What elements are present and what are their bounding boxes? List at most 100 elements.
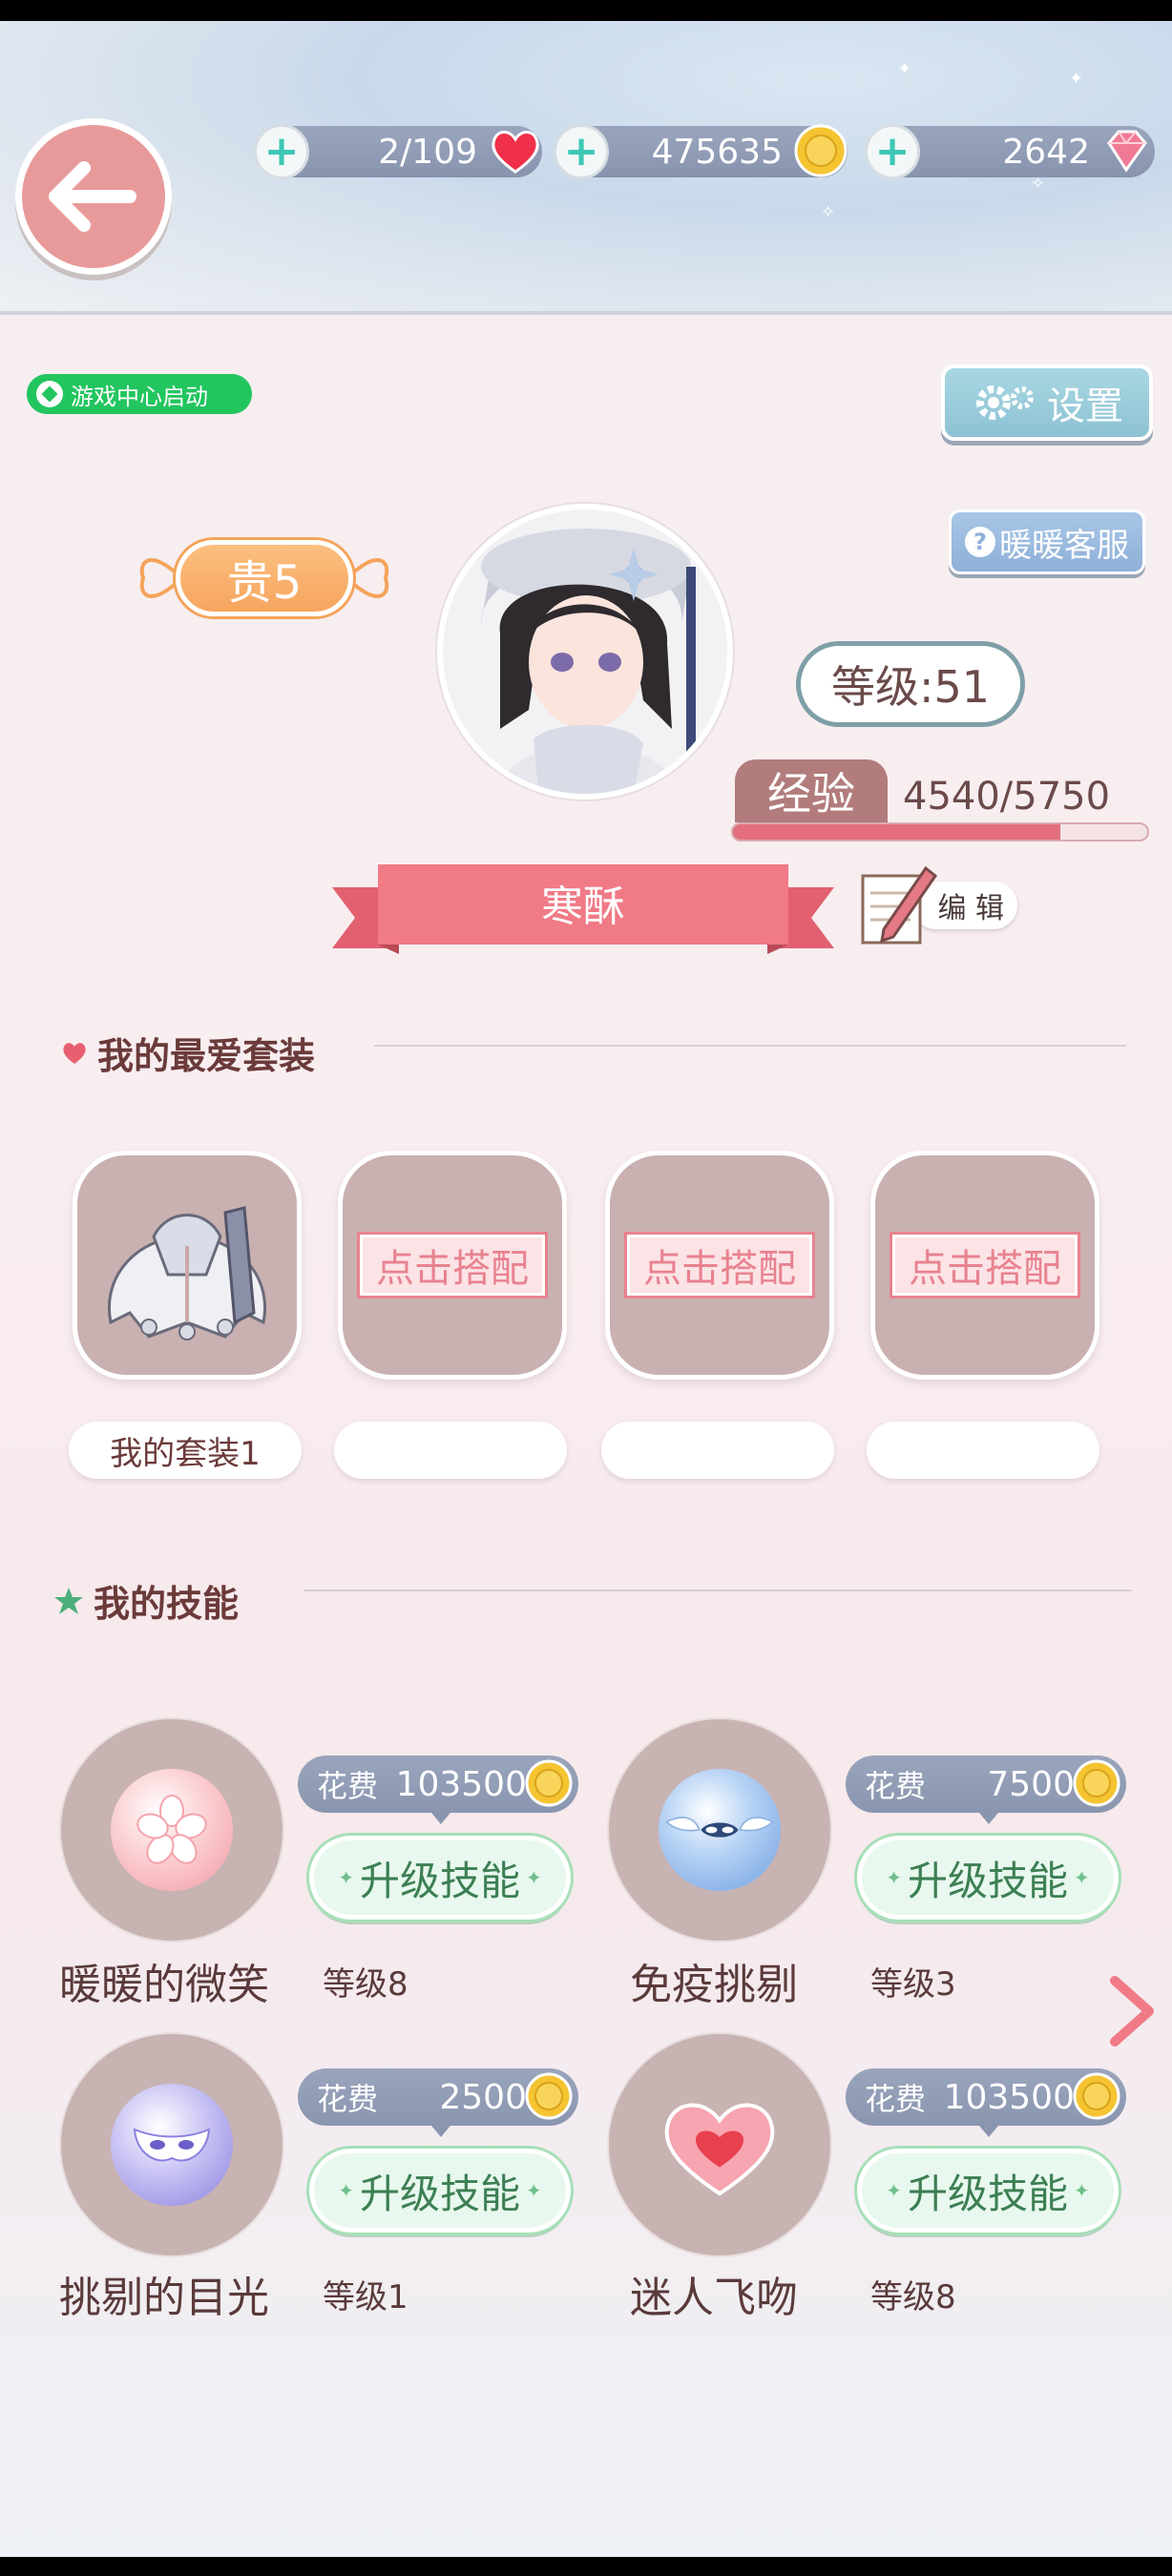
cost-label: 花费 bbox=[317, 1768, 379, 1804]
skill-cost-1: 花费 103500 bbox=[298, 1755, 578, 1824]
add-stamina-button[interactable]: + bbox=[254, 124, 309, 179]
heart-shape bbox=[664, 2103, 775, 2196]
outfit-thumbnail bbox=[108, 1206, 266, 1340]
heart-icon bbox=[63, 1042, 86, 1064]
customer-service-button[interactable]: ? 暖暖客服 bbox=[949, 509, 1145, 574]
settings-button[interactable]: 设置 bbox=[941, 364, 1153, 441]
outfit-slot-3-label: 点击搭配 bbox=[624, 1232, 815, 1298]
skill-level-2: 等级3 bbox=[870, 1965, 956, 2004]
skill-cost-4: 花费 103500 bbox=[846, 2068, 1126, 2137]
skill-cost-3: 花费 2500 bbox=[298, 2068, 578, 2137]
dot-icon: ✦ bbox=[1074, 1866, 1090, 1889]
cost-value: 2500 bbox=[439, 2077, 527, 2117]
edit-name-button[interactable]: 编 辑 bbox=[855, 855, 1023, 950]
skill-name-1: 暖暖的微笑 bbox=[59, 1961, 269, 2009]
outfit-name-1[interactable]: 我的套装1 bbox=[69, 1422, 302, 1479]
skill-name-2: 免疫挑剔 bbox=[630, 1961, 798, 2009]
back-arrow-icon bbox=[49, 161, 136, 232]
star-icon bbox=[54, 1587, 83, 1614]
section-divider bbox=[303, 1589, 1132, 1591]
kiss-heart-icon bbox=[659, 2084, 781, 2206]
upgrade-skill-button-1[interactable]: ✦ 升级技能 ✦ bbox=[309, 1836, 571, 1920]
outfit-name-3[interactable] bbox=[601, 1422, 834, 1479]
dot-icon: ✦ bbox=[886, 1866, 902, 1889]
back-button[interactable] bbox=[15, 118, 172, 275]
outfit-slot-3[interactable]: 点击搭配 bbox=[605, 1151, 834, 1380]
dot-icon: ✦ bbox=[886, 2179, 902, 2202]
outfit-slot-4-label: 点击搭配 bbox=[889, 1232, 1080, 1298]
cost-label: 花费 bbox=[865, 2081, 927, 2117]
skill-icon-2[interactable] bbox=[607, 1717, 832, 1942]
customer-service-label: 暖暖客服 bbox=[999, 526, 1129, 565]
vip-level-label: 贵5 bbox=[176, 540, 353, 616]
diamond-icon bbox=[1107, 130, 1147, 173]
coin-icon bbox=[1073, 1759, 1120, 1807]
dot-icon: ✦ bbox=[526, 2179, 542, 2202]
section-divider bbox=[374, 1045, 1126, 1047]
game-center-icon bbox=[36, 381, 63, 407]
cost-value: 7500 bbox=[987, 1764, 1075, 1804]
outfit-slot-2[interactable]: 点击搭配 bbox=[338, 1151, 567, 1380]
exp-label: 经验 bbox=[735, 759, 888, 822]
cost-label: 花费 bbox=[317, 2081, 379, 2117]
skill-icon-1[interactable] bbox=[59, 1717, 284, 1942]
sakura-icon bbox=[111, 1769, 233, 1891]
cost-value: 103500 bbox=[395, 1764, 527, 1804]
skill-level-1: 等级8 bbox=[323, 1965, 408, 2004]
favorite-outfits-label: 我的最爱套装 bbox=[97, 1035, 316, 1077]
skill-level-3: 等级1 bbox=[323, 2278, 408, 2316]
coins-value: 475635 bbox=[651, 132, 783, 172]
skill-name-4: 迷人飞吻 bbox=[630, 2274, 798, 2322]
diamonds-value: 2642 bbox=[1002, 132, 1090, 172]
cost-label: 花费 bbox=[865, 1768, 927, 1804]
player-level: 等级:51 bbox=[796, 641, 1025, 727]
wings-mask-shape bbox=[665, 1817, 774, 1838]
coin-icon bbox=[794, 124, 848, 177]
outfit-name-2[interactable] bbox=[334, 1422, 567, 1479]
stamina-value: 2/109 bbox=[378, 132, 477, 172]
avatar[interactable] bbox=[437, 504, 733, 800]
coin-icon bbox=[525, 1759, 573, 1807]
sakura-petals bbox=[136, 1795, 207, 1864]
skill-name-3: 挑剔的目光 bbox=[59, 2274, 269, 2322]
game-center-badge[interactable]: 游戏中心启动 bbox=[27, 374, 252, 414]
skill-icon-3[interactable] bbox=[59, 2032, 284, 2257]
dot-icon: ✦ bbox=[526, 1866, 542, 1889]
upgrade-skill-button-3[interactable]: ✦ 升级技能 ✦ bbox=[309, 2149, 571, 2233]
upgrade-label: 升级技能 bbox=[359, 1857, 520, 1904]
skill-icon-4[interactable] bbox=[607, 2032, 832, 2257]
dot-icon: ✦ bbox=[1074, 2179, 1090, 2202]
exp-value: 4540/5750 bbox=[903, 775, 1111, 819]
question-icon: ? bbox=[965, 527, 995, 557]
chevron-right-icon[interactable] bbox=[1105, 1973, 1159, 2049]
upgrade-label: 升级技能 bbox=[907, 2170, 1068, 2217]
winged-mask-icon bbox=[659, 1769, 781, 1891]
upgrade-skill-button-2[interactable]: ✦ 升级技能 ✦ bbox=[857, 1836, 1119, 1920]
heart-icon bbox=[492, 131, 539, 174]
dot-icon: ✦ bbox=[338, 1866, 354, 1889]
skills-label: 我的技能 bbox=[94, 1583, 240, 1625]
navigation-bar bbox=[0, 2557, 1172, 2576]
exp-progress-fill bbox=[733, 824, 1060, 840]
character-portrait bbox=[443, 509, 727, 794]
settings-label: 设置 bbox=[1047, 384, 1123, 428]
add-coins-button[interactable]: + bbox=[554, 124, 609, 179]
outfit-name-4[interactable] bbox=[867, 1422, 1099, 1479]
coin-icon bbox=[525, 2072, 573, 2120]
vip-badge[interactable]: 贵5 bbox=[134, 530, 395, 626]
sparkle-icon: ✦ bbox=[897, 59, 912, 79]
skills-title: 我的技能 bbox=[53, 1574, 239, 1627]
game-center-label: 游戏中心启动 bbox=[71, 383, 208, 410]
cost-value: 103500 bbox=[943, 2077, 1075, 2117]
dot-icon: ✦ bbox=[338, 2179, 354, 2202]
favorite-outfits-title: 我的最爱套装 bbox=[61, 1027, 315, 1079]
add-diamonds-button[interactable]: + bbox=[865, 124, 920, 179]
coin-icon bbox=[1073, 2072, 1120, 2120]
player-name: 寒酥 bbox=[541, 883, 625, 931]
upgrade-skill-button-4[interactable]: ✦ 升级技能 ✦ bbox=[857, 2149, 1119, 2233]
skill-cost-2: 花费 7500 bbox=[846, 1755, 1126, 1824]
gear-icon bbox=[976, 385, 1034, 420]
outfit-slot-1[interactable] bbox=[73, 1151, 302, 1380]
name-ribbon: 寒酥 bbox=[332, 859, 834, 964]
outfit-slot-4[interactable]: 点击搭配 bbox=[870, 1151, 1099, 1380]
